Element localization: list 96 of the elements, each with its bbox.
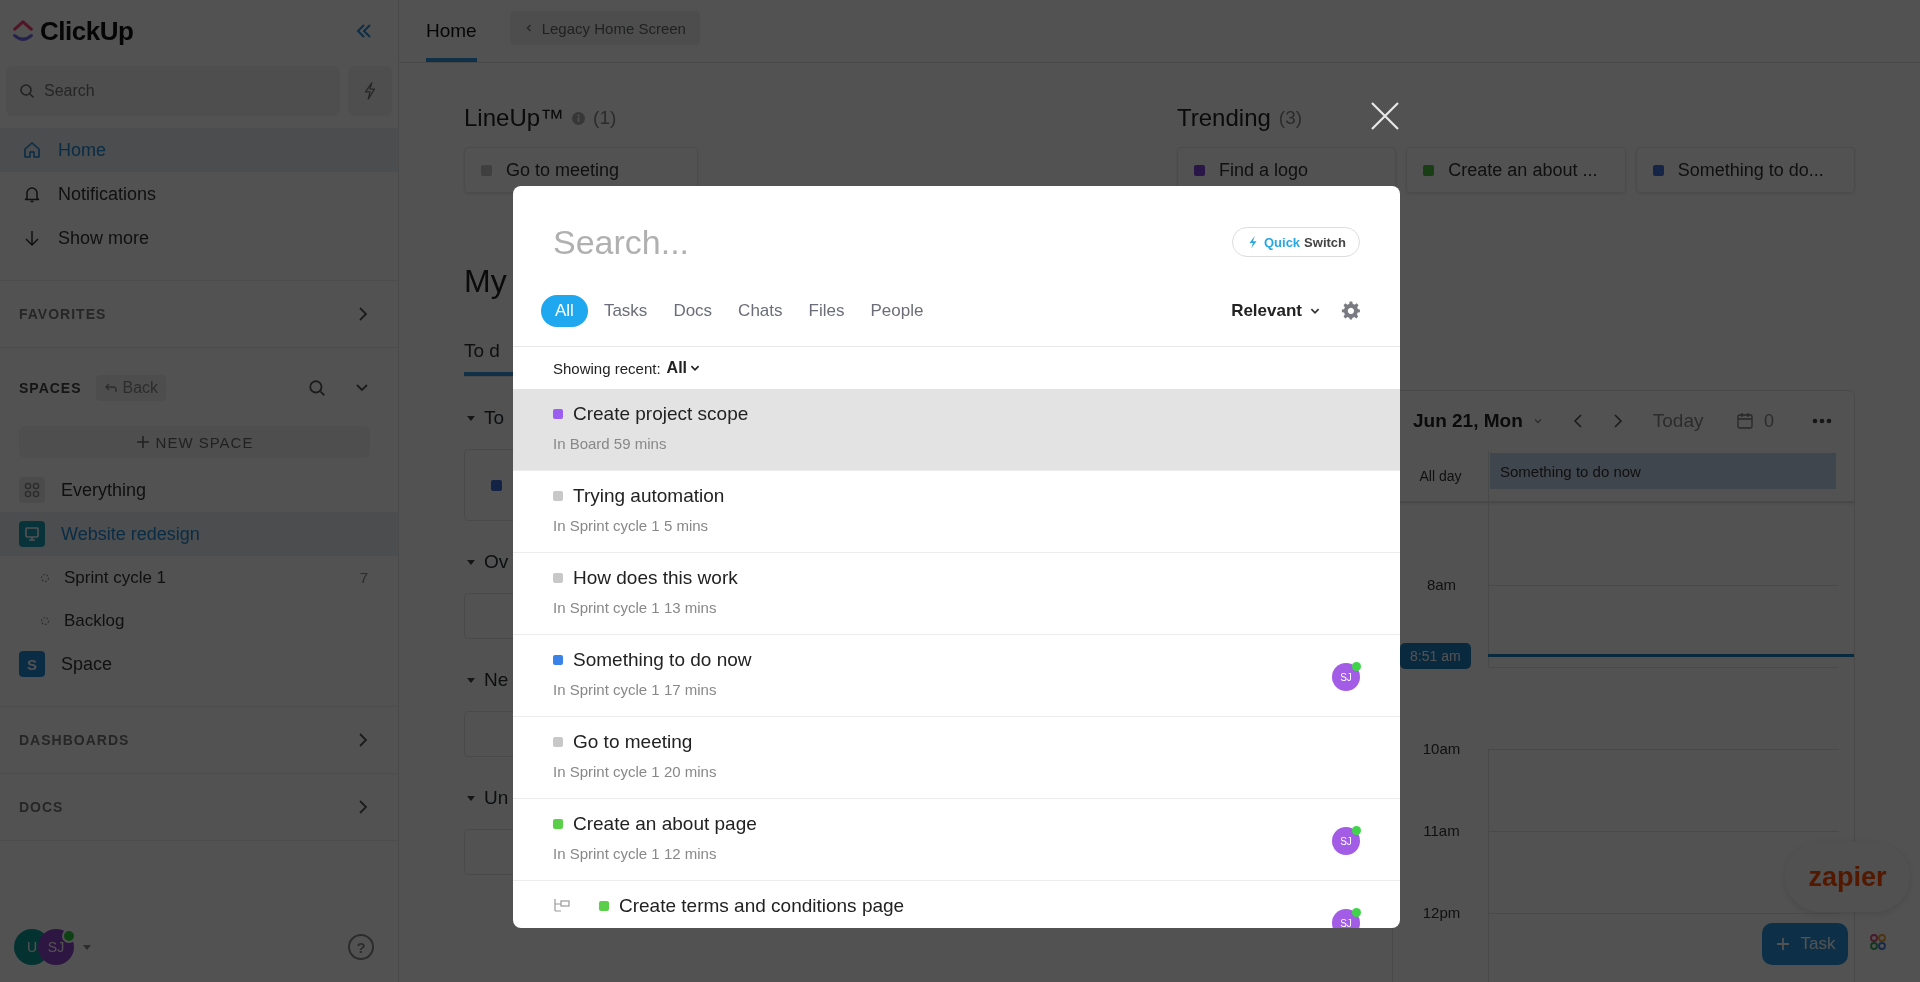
task-location: In Sprint cycle 1 20 mins — [553, 763, 718, 780]
caret-icon[interactable] — [466, 675, 476, 685]
arrow-down-icon — [22, 228, 42, 248]
task-title: Create terms and conditions page — [619, 895, 905, 917]
grid-icon — [19, 477, 45, 503]
hour-label: 12pm — [1421, 904, 1462, 921]
search-icon[interactable] — [308, 379, 326, 397]
task-card[interactable]: Create an about ... — [1406, 147, 1626, 193]
current-time-badge: 8:51 am — [1400, 643, 1471, 669]
plus-icon — [135, 435, 150, 449]
task-location: In Sprint cycle 1 13 mins — [553, 599, 718, 616]
group-title: To — [484, 407, 505, 429]
caret-icon[interactable] — [466, 793, 476, 803]
task-title: Create project scope — [573, 403, 749, 425]
chevron-icon[interactable] — [358, 799, 368, 815]
plus-icon — [1774, 936, 1791, 952]
calendar-icon[interactable] — [1736, 412, 1754, 430]
section-title: Trending — [1177, 104, 1271, 132]
caret-icon[interactable] — [466, 557, 476, 567]
caret-icon[interactable] — [466, 413, 476, 423]
task-location: In Sprint cycle 1 5 mins — [553, 517, 710, 534]
recent-filter-dropdown[interactable]: All — [666, 359, 702, 377]
search-result[interactable]: Create terms and conditions page SJ — [513, 881, 1400, 928]
chevron-icon[interactable] — [358, 306, 368, 322]
recent-label: Showing recent: — [553, 359, 661, 377]
monitor-icon — [19, 521, 45, 547]
filter-tab[interactable]: People — [860, 295, 934, 327]
assignee-avatar: SJ — [1332, 909, 1360, 928]
tab[interactable]: Home — [426, 0, 477, 62]
close-icon[interactable] — [1370, 101, 1400, 131]
previous-icon[interactable] — [1572, 413, 1583, 429]
search-result[interactable]: Create an about page In Sprint cycle 1 12 mins SJ — [513, 799, 1400, 881]
task-title: Trying automation — [573, 485, 725, 507]
filter-tab[interactable]: Tasks — [593, 295, 658, 327]
task-title: Create an about page — [573, 813, 757, 835]
zapier-button[interactable]: zapier — [1785, 842, 1910, 912]
section-title: SPACES — [19, 380, 82, 396]
search-result[interactable]: Go to meeting In Sprint cycle 1 20 mins — [513, 717, 1400, 799]
back-icon — [103, 381, 118, 395]
bell-icon — [22, 184, 42, 204]
subtask-icon — [553, 898, 571, 914]
next-icon[interactable] — [1612, 413, 1623, 429]
task-location: In Board 59 mins — [553, 435, 668, 452]
task-title: Create an about ... — [1448, 159, 1598, 181]
group-title: Ne — [484, 669, 509, 691]
search-result[interactable]: Something to do now In Sprint cycle 1 17 mins SJ — [513, 635, 1400, 717]
space-item[interactable]: S Space — [0, 642, 398, 686]
help-button[interactable]: ? — [348, 934, 374, 960]
caret-icon[interactable] — [82, 942, 92, 952]
info-icon[interactable] — [572, 111, 586, 125]
space-item[interactable]: Everything — [0, 468, 398, 512]
filter-tab[interactable]: Docs — [663, 295, 723, 327]
more-icon[interactable] — [1812, 418, 1832, 424]
logo-text: ClickUp — [40, 15, 134, 47]
status-circle-icon — [40, 572, 50, 583]
filter-tab[interactable]: All — [541, 295, 588, 327]
group-title: Ov — [484, 551, 509, 573]
sort-dropdown[interactable]: Relevant — [1231, 301, 1321, 321]
task-title: Something to do... — [1677, 159, 1824, 181]
hour-label: 8am — [1425, 576, 1458, 593]
assignee-avatar: SJ — [1332, 827, 1360, 855]
chevron-down-icon[interactable] — [1532, 416, 1543, 426]
task-title: Something to do now — [573, 649, 752, 671]
task-title: Go to meeting — [573, 731, 693, 753]
section-title: LineUp™ — [464, 104, 565, 132]
filter-tab[interactable]: Files — [798, 295, 855, 327]
task-location: In Sprint cycle 1 17 mins — [553, 681, 718, 698]
chevron-icon[interactable] — [358, 732, 368, 748]
date-picker[interactable]: Jun 21, Mon — [1413, 410, 1523, 432]
nav-item[interactable]: Home — [0, 128, 398, 172]
calendar-event[interactable]: Something to do now — [1490, 453, 1836, 489]
status-circle-icon — [40, 615, 50, 626]
logo-icon — [12, 18, 34, 44]
hour-label: 11am — [1422, 822, 1461, 839]
list-item[interactable]: Backlog — [0, 599, 398, 642]
task-location: In Sprint cycle 1 12 mins — [553, 845, 718, 862]
section-title: My — [464, 263, 508, 300]
nav-item[interactable]: Notifications — [0, 172, 398, 216]
task-title: Go to meeting — [506, 159, 620, 181]
nav-item[interactable]: Show more — [0, 216, 398, 260]
search-result[interactable]: Create project scope In Board 59 mins — [513, 389, 1400, 471]
settings-icon[interactable] — [1341, 301, 1361, 321]
filter-tab[interactable]: Chats — [728, 295, 793, 327]
space-item[interactable]: Website redesign — [0, 512, 398, 556]
lightning-button[interactable] — [348, 66, 392, 116]
task-card[interactable]: Something to do... — [1635, 147, 1855, 193]
hour-label: 10am — [1421, 740, 1462, 757]
task-title: How does this work — [573, 567, 738, 589]
group-title: Un — [484, 787, 509, 809]
task-title: Find a logo — [1219, 159, 1309, 181]
search-result[interactable]: How does this work In Sprint cycle 1 13 mins — [513, 553, 1400, 635]
home-icon — [22, 140, 42, 160]
new-task-button[interactable]: Task — [1762, 923, 1848, 965]
apps-icon[interactable] — [1868, 932, 1888, 952]
assignee-avatar: SJ — [1332, 663, 1360, 691]
search-result[interactable]: Trying automation In Sprint cycle 1 5 mins — [513, 471, 1400, 553]
